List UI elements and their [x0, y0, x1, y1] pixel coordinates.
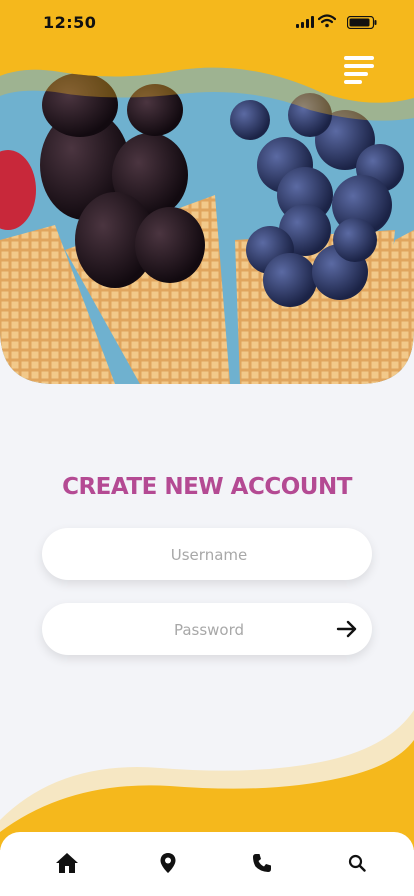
nav-location[interactable]	[155, 850, 181, 876]
nav-search[interactable]	[344, 850, 370, 876]
bottom-decorative-wave	[0, 710, 414, 850]
search-icon	[348, 854, 366, 872]
password-field-container	[42, 603, 376, 657]
home-icon	[56, 853, 78, 873]
username-input[interactable]	[42, 528, 376, 582]
status-bar: 12:50	[0, 0, 414, 46]
battery-icon	[347, 16, 377, 29]
location-pin-icon	[160, 853, 176, 873]
phone-icon	[253, 854, 271, 872]
bottom-navigation	[0, 832, 414, 896]
username-field-container	[42, 528, 376, 582]
signal-icon	[296, 16, 314, 28]
password-input[interactable]	[42, 603, 376, 657]
arrow-right-icon[interactable]	[334, 616, 360, 642]
hamburger-icon[interactable]	[344, 56, 376, 86]
status-time: 12:50	[43, 13, 97, 32]
nav-home[interactable]	[54, 850, 80, 876]
page-title: CREATE NEW ACCOUNT	[62, 474, 352, 500]
wifi-icon	[318, 14, 336, 28]
nav-phone[interactable]	[249, 850, 275, 876]
